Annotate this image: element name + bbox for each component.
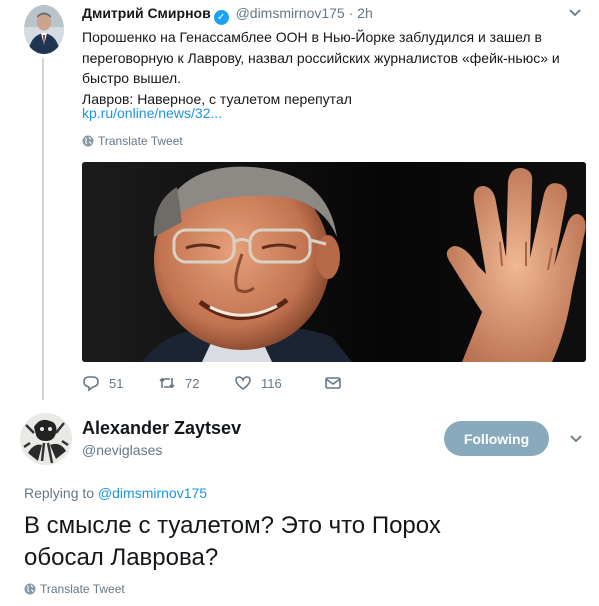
tweet-text: В смысле с туалетом? Это что Порох обоса… — [24, 510, 584, 574]
tweet-header: Дмитрий Смирнов ✓ @dimsmirnov175 · 2h — [82, 5, 373, 25]
tweet-text-line: быстро вышел. — [82, 70, 182, 86]
timestamp[interactable]: 2h — [357, 5, 373, 21]
tweet-text-line: обосал Лаврова? — [24, 544, 219, 571]
tweet-text-line: В смысле с туалетом? Это что Порох — [24, 512, 441, 539]
separator: · — [348, 5, 354, 21]
tweet-text-line: переговорную к Лаврову, назвал российски… — [82, 49, 560, 66]
tweet-text: Порошенко на Генассамблее ООН в Нью-Йорк… — [82, 27, 582, 109]
user-handle[interactable]: @dimsmirnov175 — [236, 5, 345, 21]
translate-label: Translate Tweet — [98, 134, 183, 148]
tweet-link[interactable]: kp.ru/online/news/32... — [82, 105, 222, 121]
replying-handle[interactable]: @dimsmirnov175 — [98, 485, 207, 501]
translate-label: Translate Tweet — [40, 582, 125, 596]
dm-icon — [325, 377, 341, 389]
like-count: 116 — [261, 375, 282, 391]
following-button[interactable]: Following — [444, 421, 549, 456]
retweet-icon — [159, 377, 175, 389]
avatar[interactable] — [24, 5, 64, 54]
reply-button[interactable]: 51 — [82, 374, 158, 392]
reply-count: 51 — [109, 375, 124, 391]
replying-prefix: Replying to — [24, 485, 95, 501]
reply-icon — [83, 376, 99, 392]
dm-button[interactable] — [324, 374, 342, 392]
verified-icon: ✓ — [213, 10, 229, 25]
display-name[interactable]: Alexander Zaytsev — [82, 418, 241, 439]
translate-tweet-link[interactable]: Translate Tweet — [24, 582, 125, 596]
display-name[interactable]: Дмитрий Смирнов — [82, 5, 211, 21]
chevron-down-icon[interactable] — [568, 432, 584, 446]
retweet-count: 72 — [185, 375, 200, 391]
like-icon — [235, 376, 251, 390]
globe-icon — [24, 583, 36, 595]
user-handle[interactable]: @neviglases — [82, 442, 162, 458]
like-button[interactable]: 116 — [234, 374, 324, 392]
tweet-actions: 51 72 116 — [82, 374, 342, 392]
chevron-down-icon[interactable] — [567, 6, 583, 20]
retweet-button[interactable]: 72 — [158, 374, 234, 392]
thread-line — [42, 58, 44, 400]
avatar[interactable] — [20, 413, 72, 465]
tweet-text-line: Порошенко на Генассамблее ООН в Нью-Йорк… — [82, 29, 542, 45]
globe-icon — [82, 135, 94, 147]
translate-tweet-link[interactable]: Translate Tweet — [82, 134, 183, 148]
tweet-photo[interactable] — [82, 162, 586, 362]
replying-to: Replying to @dimsmirnov175 — [24, 485, 207, 501]
